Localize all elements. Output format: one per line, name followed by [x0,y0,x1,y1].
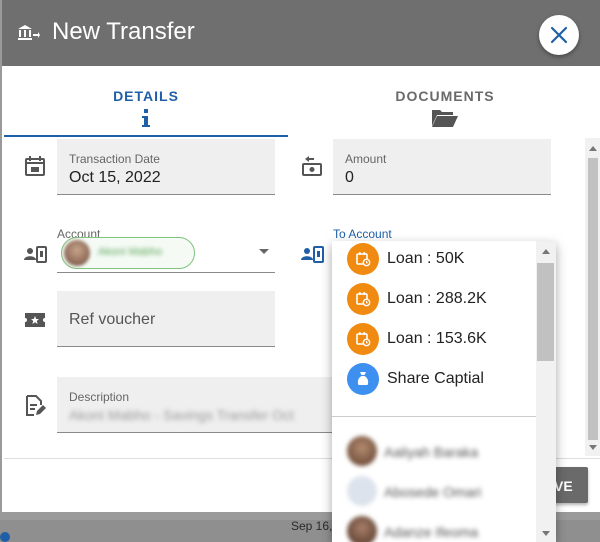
ref-voucher-field[interactable]: Ref voucher [57,291,275,347]
chevron-down-icon[interactable] [259,249,269,254]
dropdown-divider [332,416,536,417]
to-account-label: To Account [333,227,392,241]
cash-refund-icon [302,156,322,176]
account-card-icon [301,246,324,263]
list-item-label: Loan : 288.2K [387,290,487,307]
bank-transfer-icon [18,25,40,40]
list-item[interactable]: Loan : 288.2K [332,279,536,319]
scroll-down-icon[interactable] [589,445,597,450]
list-item-label: Aaliyah Baraka [384,444,479,460]
amount-value: 0 [345,169,354,186]
scroll-up-icon[interactable] [542,249,550,254]
account-card-icon [24,246,47,263]
list-item[interactable]: Loan : 153.6K [332,319,536,359]
tab-details[interactable]: DETAILS [2,66,290,138]
dropdown-scrollbar-thumb[interactable] [537,263,554,361]
list-item[interactable]: Abosede Omari [332,472,536,512]
background-date: Sep 16, [291,519,333,533]
scroll-down-icon[interactable] [542,531,550,536]
tab-details-label: DETAILS [113,88,179,104]
dialog-header: New Transfer [2,0,600,66]
avatar [64,240,90,266]
folder-open-icon [432,110,458,127]
account-chip[interactable]: Akoni Mabho [61,237,195,269]
background-marker [0,532,10,542]
tab-documents-label: DOCUMENTS [395,88,495,104]
tab-documents[interactable]: DOCUMENTS [290,66,600,138]
tab-indicator [4,135,288,137]
description-label: Description [69,390,130,404]
account-chip-name: Akoni Mabho [98,246,163,258]
description-value: Akoni Mabho - Savings Transfer Oct [69,407,294,423]
list-item-label: Loan : 153.6K [387,330,487,347]
document-edit-icon [26,395,46,416]
list-item[interactable]: Adanze Ifeoma [332,512,536,542]
list-item-label: Abosede Omari [384,484,482,500]
list-item[interactable]: Share Captial [332,359,536,399]
close-icon [550,26,568,44]
avatar [347,436,377,466]
avatar [347,516,377,542]
ref-voucher-placeholder: Ref voucher [69,311,156,328]
loan-icon [347,283,379,315]
transaction-date-value: Oct 15, 2022 [69,169,161,186]
info-icon [142,109,150,127]
amount-label: Amount [345,152,387,166]
list-item[interactable]: Aaliyah Baraka [332,432,536,472]
amount-field[interactable]: Amount 0 [333,139,551,195]
content-scrollbar-thumb[interactable] [588,158,598,440]
money-bag-icon [347,363,379,395]
account-field[interactable]: Account Akoni Mabho [57,227,275,273]
scroll-up-icon[interactable] [589,146,597,151]
transaction-date-label: Transaction Date [69,152,160,166]
list-item[interactable]: Loan : 50K [332,241,536,279]
to-account-dropdown: Loan : 50K Loan : 288.2K Loan : 153.6K S… [332,241,556,542]
close-button[interactable] [539,15,579,55]
list-item-label: Loan : 50K [387,250,465,267]
list-item-label: Adanze Ifeoma [384,524,479,540]
save-button-label: VE [554,478,573,494]
transaction-date-field[interactable]: Transaction Date Oct 15, 2022 [57,139,275,195]
avatar [347,476,377,506]
loan-icon [347,323,379,355]
dialog-title: New Transfer [52,18,195,45]
ticket-star-icon [25,313,45,327]
loan-icon [347,243,379,275]
list-item-label: Share Captial [387,370,484,387]
calendar-icon [25,156,45,176]
